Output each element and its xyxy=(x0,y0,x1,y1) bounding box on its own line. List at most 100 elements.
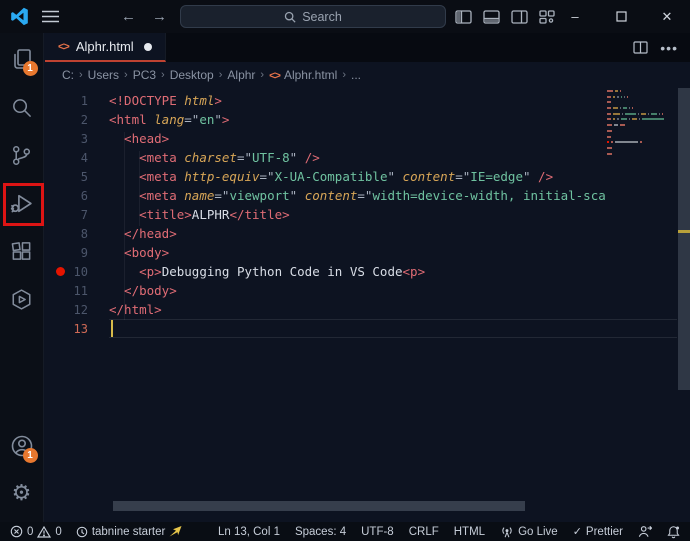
breadcrumb-segment[interactable]: <> Alphr.html xyxy=(269,68,337,82)
status-label: HTML xyxy=(453,525,486,538)
forward-arrow-icon[interactable]: → xyxy=(152,8,167,25)
horizontal-scrollbar[interactable] xyxy=(113,501,525,511)
status-language-mode[interactable]: HTML xyxy=(454,526,485,538)
menu-icon[interactable] xyxy=(42,10,59,23)
toggle-secondary-sidebar-icon[interactable] xyxy=(511,9,528,24)
status-label: Ln 13, Col 1 xyxy=(217,525,280,538)
html-file-icon: <> xyxy=(58,40,70,53)
breadcrumb-segment[interactable]: Alphr xyxy=(227,68,255,82)
back-arrow-icon[interactable]: ← xyxy=(121,8,136,25)
minimap-line xyxy=(607,118,677,121)
check-icon: ✓ xyxy=(572,526,582,538)
status-notifications[interactable] xyxy=(667,525,680,539)
minimap-line xyxy=(607,107,677,110)
line-number[interactable]: 8 xyxy=(45,227,109,241)
activity-item-live-preview[interactable] xyxy=(0,275,44,323)
current-line-highlight xyxy=(109,319,677,338)
status-eol[interactable]: CRLF xyxy=(409,526,439,538)
code-line[interactable]: 4 <meta charset="UTF-8" /> xyxy=(45,148,690,167)
activity-item-settings[interactable]: ⚙ xyxy=(0,470,44,518)
line-number[interactable]: 3 xyxy=(45,132,109,146)
breakpoint-dot[interactable] xyxy=(56,267,65,276)
status-tabnine[interactable]: tabnine starter xyxy=(76,526,183,538)
chevron-separator-icon: › xyxy=(79,69,83,81)
chevron-separator-icon: › xyxy=(260,69,265,81)
code-line[interactable]: 2 <html lang="en"> xyxy=(45,110,690,129)
modified-dot-icon[interactable] xyxy=(143,42,152,51)
status-label: CRLF xyxy=(408,525,439,538)
activity-item-source-control[interactable] xyxy=(0,131,44,179)
breadcrumb: C: › Users › PC3 › Desktop › Alphr › <> Alphr.html ›… xyxy=(45,62,690,88)
html-file-icon: <> xyxy=(269,70,281,82)
code-line[interactable]: 9 <body> xyxy=(45,243,690,262)
code-editor[interactable]: 1 <!DOCTYPE html> 2 <html lang="en"> 3 <head… xyxy=(45,88,690,522)
more-actions-icon[interactable]: ••• xyxy=(660,40,678,56)
code-line[interactable]: 3 <head> xyxy=(45,129,690,148)
code-line[interactable]: 5 <meta http-equiv="X-UA-Compatible" con… xyxy=(45,167,690,186)
status-encoding[interactable]: UTF-8 xyxy=(361,526,394,538)
activity-item-search[interactable] xyxy=(0,83,44,131)
git-branch-icon xyxy=(10,144,33,167)
activity-item-explorer[interactable]: 1 xyxy=(0,35,44,83)
code-text: <!DOCTYPE html> xyxy=(109,93,222,108)
status-label: UTF-8 xyxy=(361,525,394,538)
code-line[interactable]: 6 <meta name="viewport" content="width=d… xyxy=(45,186,690,205)
line-number[interactable]: 1 xyxy=(45,94,109,108)
status-cursor-position[interactable]: Ln 13, Col 1 xyxy=(218,526,280,538)
line-number[interactable]: 2 xyxy=(45,113,109,127)
line-number[interactable]: 7 xyxy=(45,208,109,222)
code-line[interactable]: 13 xyxy=(45,319,690,338)
line-number[interactable]: 9 xyxy=(45,246,109,260)
search-input[interactable]: Search xyxy=(180,5,446,28)
overview-ruler-cursor-mark xyxy=(678,230,690,233)
code-line[interactable]: 1 <!DOCTYPE html> xyxy=(45,91,690,110)
breadcrumb-segment[interactable]: ... xyxy=(351,68,361,82)
broadcast-icon xyxy=(500,525,514,538)
breadcrumb-segment[interactable]: Desktop xyxy=(170,68,214,82)
status-indentation[interactable]: Spaces: 4 xyxy=(295,526,346,538)
status-problems[interactable]: 00 xyxy=(10,525,62,538)
vscode-logo-icon xyxy=(9,7,29,27)
code-text: </body> xyxy=(109,283,177,298)
badge-count: 1 xyxy=(22,448,38,463)
code-line[interactable]: 7 <title>ALPHR</title> xyxy=(45,205,690,224)
line-number[interactable]: 11 xyxy=(45,284,109,298)
breadcrumb-segment[interactable]: C: xyxy=(62,68,74,82)
maximize-button[interactable] xyxy=(598,0,644,33)
breadcrumb-segment[interactable]: Users xyxy=(88,68,119,82)
toggle-panel-icon[interactable] xyxy=(483,9,500,24)
code-line[interactable]: 11 </body> xyxy=(45,281,690,300)
toggle-sidebar-icon[interactable] xyxy=(455,9,472,24)
line-number[interactable]: 13 xyxy=(45,322,109,336)
minimize-button[interactable]: – xyxy=(552,0,598,33)
code-line[interactable]: 10 <p>Debugging Python Code in VS Code<p… xyxy=(45,262,690,281)
line-number[interactable]: 4 xyxy=(45,151,109,165)
search-icon xyxy=(10,96,33,119)
code-line[interactable]: 12 </html> xyxy=(45,300,690,319)
line-number[interactable]: 12 xyxy=(45,303,109,317)
breadcrumb-segment[interactable]: PC3 xyxy=(133,68,156,82)
code-line[interactable]: 8 </head> xyxy=(45,224,690,243)
status-feedback[interactable] xyxy=(638,525,652,538)
search-placeholder: Search xyxy=(302,9,342,24)
minimap-line xyxy=(607,90,677,92)
activity-item-accounts[interactable]: 1 xyxy=(0,422,44,470)
tab-label: Alphr.html xyxy=(75,39,134,54)
code-text: <html lang="en"> xyxy=(109,112,230,127)
title-bar: ← → Search – ✕ xyxy=(0,0,690,33)
activity-item-extensions[interactable] xyxy=(0,227,44,275)
line-number[interactable]: 5 xyxy=(45,170,109,184)
minimap[interactable] xyxy=(607,90,677,164)
code-text: </head> xyxy=(109,226,177,241)
status-prettier[interactable]: ✓ Prettier xyxy=(572,525,623,539)
tab-bar: <> Alphr.html ••• xyxy=(45,33,690,62)
activity-item-run-and-debug[interactable] xyxy=(0,179,44,227)
vertical-scrollbar[interactable] xyxy=(678,88,690,390)
line-number[interactable]: 6 xyxy=(45,189,109,203)
status-go-live[interactable]: Go Live xyxy=(500,525,558,538)
tab-alphr-html[interactable]: <> Alphr.html xyxy=(45,33,166,62)
vscode-window: ← → Search – ✕ 1 1 ⚙ <> Alphr.html ••• C… xyxy=(0,0,690,541)
split-editor-icon[interactable] xyxy=(633,41,648,54)
line-number[interactable]: 10 xyxy=(45,265,109,279)
close-button[interactable]: ✕ xyxy=(644,0,690,33)
